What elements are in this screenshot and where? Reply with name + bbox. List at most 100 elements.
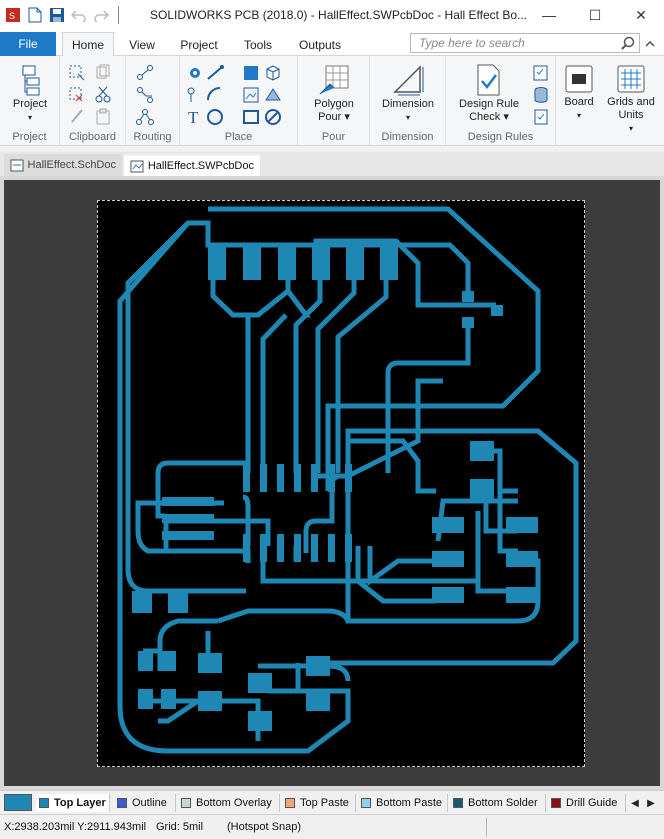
pad[interactable] bbox=[328, 464, 335, 492]
place-rectangle-icon[interactable] bbox=[242, 108, 260, 126]
place-fill-icon[interactable] bbox=[242, 64, 260, 82]
pad[interactable] bbox=[278, 246, 296, 280]
pad[interactable] bbox=[277, 534, 284, 562]
pad[interactable] bbox=[462, 317, 474, 328]
place-line-icon[interactable] bbox=[206, 64, 224, 82]
doc-tab-pcbdoc[interactable]: HallEffect.SWPcbDoc bbox=[124, 154, 260, 176]
pad[interactable] bbox=[162, 497, 214, 506]
pad[interactable] bbox=[161, 651, 176, 671]
pad[interactable] bbox=[470, 441, 494, 461]
pad[interactable] bbox=[161, 689, 176, 709]
save-icon[interactable] bbox=[48, 6, 66, 24]
keepout-icon[interactable] bbox=[264, 108, 282, 126]
copy-icon[interactable] bbox=[94, 64, 112, 82]
grids-and-units-button[interactable]: Grids and Units ▾ bbox=[601, 64, 661, 135]
select-icon[interactable] bbox=[68, 64, 86, 82]
layer-tab-outline[interactable]: Outline bbox=[114, 794, 176, 812]
close-button[interactable]: ✕ bbox=[618, 0, 664, 30]
maximize-button[interactable]: ☐ bbox=[572, 0, 618, 30]
tab-file[interactable]: File bbox=[0, 32, 56, 56]
pad[interactable] bbox=[260, 534, 267, 562]
pad[interactable] bbox=[277, 464, 284, 492]
place-component-icon[interactable] bbox=[242, 86, 260, 104]
pad[interactable] bbox=[432, 587, 464, 603]
place-text-icon[interactable]: T bbox=[186, 108, 204, 126]
pad[interactable] bbox=[138, 689, 153, 709]
layer-tab-top-layer[interactable]: Top Layer bbox=[36, 794, 110, 812]
place-3d-body-icon[interactable] bbox=[264, 64, 282, 82]
pad[interactable] bbox=[432, 551, 464, 567]
pad[interactable] bbox=[162, 514, 214, 523]
minimize-button[interactable]: — bbox=[526, 0, 572, 30]
pad[interactable] bbox=[243, 534, 250, 562]
pad[interactable] bbox=[345, 534, 352, 562]
place-via-icon[interactable] bbox=[186, 64, 204, 82]
fanout-icon[interactable] bbox=[136, 108, 154, 126]
cut-icon[interactable] bbox=[94, 86, 112, 104]
place-pad-icon[interactable] bbox=[186, 86, 204, 104]
new-document-icon[interactable] bbox=[26, 6, 44, 24]
rules-document-icon[interactable] bbox=[532, 108, 550, 126]
search-input[interactable]: Type here to search bbox=[410, 33, 640, 53]
place-circle-icon[interactable] bbox=[206, 108, 224, 126]
pad[interactable] bbox=[162, 531, 214, 540]
pad[interactable] bbox=[312, 246, 330, 280]
layer-scroll-right-icon[interactable]: ▶ bbox=[644, 794, 658, 812]
dimension-button[interactable]: Dimension ▾ bbox=[376, 64, 440, 124]
pad[interactable] bbox=[198, 691, 222, 711]
pad[interactable] bbox=[260, 464, 267, 492]
pad[interactable] bbox=[306, 656, 330, 676]
paste-icon[interactable] bbox=[94, 108, 112, 126]
collapse-ribbon-icon[interactable] bbox=[645, 39, 655, 51]
tab-project[interactable]: Project bbox=[174, 34, 224, 56]
layer-tab-bottom-solder[interactable]: Bottom Solder bbox=[450, 794, 546, 812]
board-button[interactable]: Board ▾ bbox=[560, 64, 598, 122]
design-rule-check-button[interactable]: Design Rule Check ▾ bbox=[450, 64, 528, 124]
pad[interactable] bbox=[311, 534, 318, 562]
pad[interactable] bbox=[243, 246, 261, 280]
rules-checklist-icon[interactable] bbox=[532, 64, 550, 82]
layer-tab-bottom-overlay[interactable]: Bottom Overlay bbox=[178, 794, 280, 812]
pad[interactable] bbox=[306, 691, 330, 711]
project-button[interactable]: Project ▾ bbox=[6, 64, 54, 124]
deselect-icon[interactable] bbox=[68, 86, 86, 104]
pad[interactable] bbox=[491, 305, 503, 316]
pad[interactable] bbox=[506, 587, 538, 603]
interactive-route-icon[interactable] bbox=[136, 86, 154, 104]
search-icon[interactable] bbox=[621, 36, 635, 55]
pad[interactable] bbox=[294, 534, 301, 562]
pad[interactable] bbox=[243, 464, 250, 492]
pad[interactable] bbox=[294, 464, 301, 492]
layer-tab-drill-guide[interactable]: Drill Guide bbox=[548, 794, 626, 812]
pad[interactable] bbox=[198, 653, 222, 673]
pcb-canvas[interactable] bbox=[4, 180, 660, 786]
pad[interactable] bbox=[345, 464, 352, 492]
redo-icon[interactable] bbox=[92, 6, 110, 24]
pad[interactable] bbox=[506, 551, 538, 567]
pad[interactable] bbox=[248, 673, 272, 693]
layer-tab-bottom-paste[interactable]: Bottom Paste bbox=[358, 794, 448, 812]
tab-outputs[interactable]: Outputs bbox=[292, 34, 348, 56]
place-arc-icon[interactable] bbox=[206, 86, 224, 104]
pad[interactable] bbox=[311, 464, 318, 492]
pad[interactable] bbox=[132, 591, 152, 613]
undo-icon[interactable] bbox=[70, 6, 88, 24]
current-layer-swatch[interactable] bbox=[4, 794, 32, 811]
pad[interactable] bbox=[168, 591, 188, 613]
tab-tools[interactable]: Tools bbox=[236, 34, 280, 56]
pad[interactable] bbox=[208, 246, 226, 280]
pcb-board[interactable] bbox=[97, 200, 585, 767]
pad[interactable] bbox=[432, 517, 464, 533]
pad[interactable] bbox=[470, 479, 494, 499]
doc-tab-schdoc[interactable]: HallEffect.SchDoc bbox=[4, 154, 122, 176]
tab-home[interactable]: Home bbox=[62, 32, 114, 57]
place-region-icon[interactable] bbox=[264, 86, 282, 104]
pad[interactable] bbox=[138, 651, 153, 671]
layer-tab-top-paste[interactable]: Top Paste bbox=[282, 794, 356, 812]
pad[interactable] bbox=[380, 246, 398, 280]
pad[interactable] bbox=[462, 291, 474, 302]
pad[interactable] bbox=[328, 534, 335, 562]
tab-view[interactable]: View bbox=[122, 34, 162, 56]
pad[interactable] bbox=[248, 711, 272, 731]
layer-scroll-left-icon[interactable]: ◀ bbox=[628, 794, 642, 812]
